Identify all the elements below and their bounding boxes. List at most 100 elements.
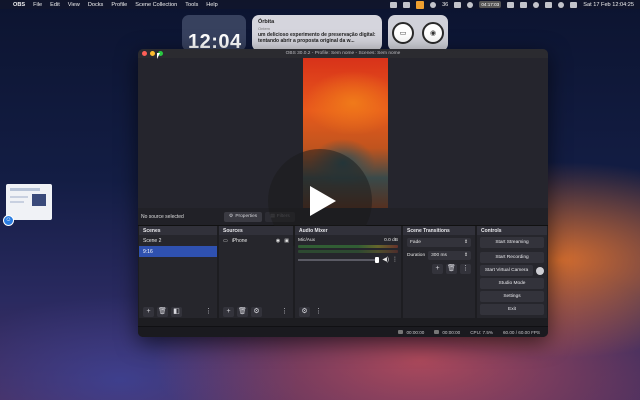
mixer-channel: Mic/Aux 0.0 dB [295, 235, 401, 243]
scenes-more-icon[interactable]: ⋮ [203, 307, 214, 317]
scenes-toolbar: + 🗑 ◧ ⋮ [139, 305, 217, 318]
desktop-window-thumbnail[interactable] [6, 184, 52, 220]
thumb-line [10, 201, 24, 203]
obs-window: OBS 30.0.2 - Profile: Sem nome - Scenes:… [138, 49, 548, 337]
news-subtitle: Ontem [258, 26, 271, 31]
properties-button[interactable]: ⚙ Properties [224, 211, 263, 222]
mouse-cursor [157, 53, 160, 59]
menu-help[interactable]: Help [206, 2, 218, 8]
menu-scene-collection[interactable]: Scene Collection [135, 2, 177, 8]
scene-filters-button[interactable]: ◧ [171, 306, 182, 317]
transition-select[interactable]: Fade ⇕ [407, 238, 471, 247]
close-window-button[interactable] [142, 51, 147, 56]
menu-profile[interactable]: Profile [111, 2, 127, 8]
settings-button[interactable]: Settings [480, 291, 544, 302]
mixer-more-icon[interactable]: ⋮ [392, 256, 398, 263]
source-properties-button[interactable]: ⚙ [251, 306, 262, 317]
gear-icon: ⚙ [229, 214, 234, 219]
mixer-body: Mic/Aux 0.0 dB ◀) ⋮ [295, 235, 401, 305]
lock-icon[interactable]: ▣ [284, 238, 289, 244]
remove-source-button[interactable]: 🗑 [237, 306, 248, 317]
sources-header: Sources [219, 226, 293, 235]
start-virtual-camera-button[interactable]: Start Virtual Camera [480, 265, 533, 276]
sources-more-icon[interactable]: ⋮ [279, 307, 290, 317]
thumb-line [10, 196, 28, 198]
battery-widget[interactable]: ▭ ◉ [388, 15, 448, 51]
minimize-window-button[interactable] [150, 51, 155, 56]
menu-obs[interactable]: OBS [13, 2, 25, 8]
scenes-list: Scene 2 9:16 [139, 235, 217, 305]
record-icon [434, 330, 440, 334]
add-transition-button[interactable]: + [432, 264, 443, 274]
orange-app-icon[interactable] [416, 0, 425, 9]
scene-item-9-16[interactable]: 9:16 [139, 246, 217, 257]
speaker-icon[interactable]: ◀) [382, 256, 389, 263]
audio-mixer-dock: Audio Mixer Mic/Aux 0.0 dB ◀) ⋮ ⚙ ⋮ [295, 226, 401, 318]
duration-row: Duration 300 ms ⇕ [407, 251, 471, 260]
screen-record-indicator[interactable]: 04:17:03 [479, 1, 502, 8]
search-icon[interactable] [558, 1, 565, 8]
menubar-datetime[interactable]: Sat 17 Feb 12:04:25 [583, 2, 634, 8]
titlebar[interactable]: OBS 30.0.2 - Profile: Sem nome - Scenes:… [138, 49, 548, 58]
transition-buttons: + 🗑 ⋮ [407, 264, 471, 274]
globe-icon[interactable] [467, 1, 474, 8]
menu-file[interactable]: File [33, 2, 42, 8]
fps-readout: 60.00 / 60.00 FPS [502, 329, 540, 335]
transition-more-button[interactable]: ⋮ [460, 264, 471, 274]
start-streaming-button[interactable]: Start Streaming [480, 237, 544, 248]
source-item-iphone[interactable]: ▭ iPhone ◉ ▣ [219, 235, 293, 246]
user-icon[interactable] [533, 1, 540, 8]
mixer-menu-icon[interactable]: ⋮ [313, 307, 324, 317]
cpu-usage: CPU: 7.5% [470, 329, 493, 335]
controls-dock: Controls Start Streaming Start Recording… [477, 226, 547, 318]
studio-mode-button[interactable]: Studio Mode [480, 278, 544, 289]
remove-transition-button[interactable]: 🗑 [446, 264, 457, 274]
scene-item-scene-2[interactable]: Scene 2 [139, 235, 217, 246]
stream-status: 00:00:00 [398, 330, 424, 335]
laptop-battery-icon: ▭ [392, 22, 414, 44]
control-center-icon[interactable] [570, 1, 578, 8]
volume-control: ◀) ⋮ [295, 255, 401, 264]
news-widget[interactable]: Órbita Ontem um delicioso experimento de… [252, 15, 382, 51]
record-status: 00:00:00 [434, 330, 460, 335]
source-label: iPhone [231, 237, 248, 244]
stepper-icon[interactable]: ⇕ [464, 253, 468, 258]
signal-icon [398, 330, 404, 334]
stack-icon[interactable] [454, 1, 462, 8]
duration-field[interactable]: 300 ms ⇕ [428, 251, 471, 260]
add-scene-button[interactable]: + [143, 306, 154, 317]
news-headline: um delicioso experimento de preservação … [258, 32, 376, 44]
menu-edit[interactable]: Edit [50, 2, 60, 8]
menu-tools[interactable]: Tools [185, 2, 198, 8]
scene-transitions-dock: Scene Transitions Fade ⇕ Duration 300 ms… [403, 226, 475, 318]
exit-button[interactable]: Exit [480, 304, 544, 315]
thumb-bar [10, 188, 40, 191]
remove-scene-button[interactable]: 🗑 [157, 306, 168, 317]
menu-docks[interactable]: Docks [88, 2, 104, 8]
start-recording-button[interactable]: Start Recording [480, 252, 544, 263]
add-source-button[interactable]: + [223, 306, 234, 317]
no-source-label: No source selected [141, 213, 184, 220]
scenes-header: Scenes [139, 226, 217, 235]
status-bar: 00:00:00 00:00:00 CPU: 7.5% 60.00 / 60.0… [138, 326, 548, 337]
camera-icon: ▭ [223, 237, 228, 244]
clock-widget[interactable]: 12:04 [182, 15, 246, 51]
bluetooth-icon[interactable] [520, 1, 528, 8]
preview-area[interactable] [138, 58, 548, 253]
volume-slider[interactable] [298, 256, 380, 263]
mixer-settings-button[interactable]: ⚙ [299, 306, 310, 317]
wifi-icon[interactable] [545, 1, 553, 8]
record-time: 00:00:00 [442, 329, 461, 335]
battery-icon[interactable] [507, 1, 515, 8]
audio-mixer-header: Audio Mixer [295, 226, 401, 235]
settings-gear-icon[interactable] [430, 1, 437, 8]
mic-icon[interactable] [403, 1, 411, 8]
menu-view[interactable]: View [68, 2, 80, 8]
volume-knob[interactable] [375, 256, 380, 263]
eye-icon[interactable]: ◉ [276, 238, 280, 244]
display-icon[interactable] [390, 1, 398, 8]
virtual-camera-gear-icon[interactable] [536, 266, 544, 275]
sources-list: ▭ iPhone ◉ ▣ [219, 235, 293, 305]
finder-icon[interactable]: ☺ [3, 215, 14, 226]
duration-value: 300 ms [431, 253, 447, 258]
